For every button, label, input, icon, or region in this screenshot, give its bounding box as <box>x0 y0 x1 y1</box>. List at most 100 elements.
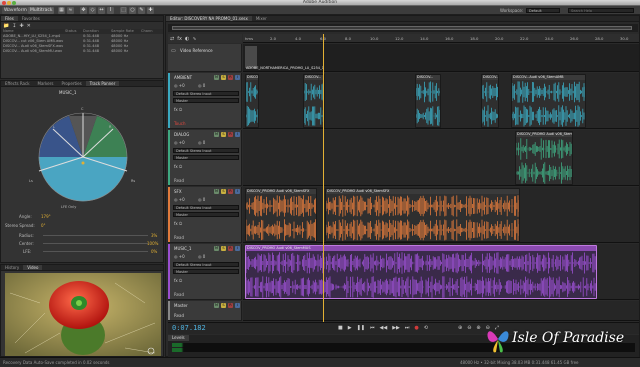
input-output-icon[interactable]: ⇄ <box>170 36 174 42</box>
audio-clip[interactable]: DISCOV...Audi v06_StemAMB <box>511 74 586 128</box>
track-input-select[interactable]: Default Stereo Input <box>173 262 239 267</box>
monitor-input-button[interactable]: I <box>235 303 240 308</box>
track-lane[interactable] <box>243 301 639 321</box>
audio-clip[interactable]: DISCOV_PROMO Audi v06_StemSFX <box>325 188 520 242</box>
volume-knob-icon[interactable]: ◎ +0 <box>174 197 185 202</box>
move-tool-icon[interactable]: ✥ <box>80 7 87 14</box>
pan-knob-icon[interactable]: ◎ 0 <box>198 197 205 202</box>
mute-button[interactable]: M <box>214 132 219 137</box>
fx-power-icon[interactable]: fx ⏻ <box>174 278 182 283</box>
minimize-window-button[interactable] <box>7 1 11 5</box>
track-name[interactable]: SFX <box>174 189 182 194</box>
workspace-select[interactable]: Default <box>526 8 560 13</box>
automation-mode-select[interactable]: Touch <box>174 121 185 126</box>
playhead[interactable] <box>323 34 324 326</box>
lasso-tool-icon[interactable]: ○ <box>129 7 136 14</box>
track-output-select[interactable]: Master <box>173 155 239 160</box>
audio-clip[interactable]: DISCOV... <box>303 74 325 128</box>
center-slider[interactable] <box>43 243 148 244</box>
loop-icon[interactable]: ⟲ <box>424 325 428 331</box>
time-selection-tool-icon[interactable]: I <box>107 7 114 14</box>
audio-clip[interactable]: DISCOV_PROMO Audi v06_StemMUS <box>245 245 597 299</box>
col-channels[interactable]: Chann <box>141 29 161 34</box>
fx-power-icon[interactable]: fx ⏻ <box>174 107 182 112</box>
record-icon[interactable]: ● <box>414 325 418 331</box>
tab-history[interactable]: History <box>1 265 23 270</box>
audio-clip[interactable]: DISCOV_PROMO Audi v06_StemSFX <box>245 188 317 242</box>
track-lane[interactable]: DISCOV...Cut v06_StemAMB DISCOV... DISCO… <box>243 73 639 129</box>
tab-track-panner[interactable]: Track Panner <box>85 81 120 86</box>
pitch-display-icon[interactable]: ≈ <box>67 7 74 14</box>
tab-levels[interactable]: Levels <box>168 335 189 341</box>
time-ruler[interactable]: hms2.04.06.08.010.012.014.016.018.020.02… <box>243 34 639 43</box>
sends-icon[interactable]: ◐ <box>185 36 189 42</box>
mute-button[interactable]: M <box>214 246 219 251</box>
stereo-spread-value[interactable]: 0° <box>41 223 46 228</box>
track-input-select[interactable]: Default Stereo Input <box>173 205 239 210</box>
video-track-lane[interactable]: ADOBE_NORTHAMERICA_PROMO_LU_S254_1 <box>243 44 639 72</box>
file-row[interactable]: DISCOV... Audi v06_StemMU.wav 0:31.448 4… <box>1 49 163 54</box>
radius-value[interactable]: 3% <box>151 233 157 238</box>
stop-icon[interactable]: ■ <box>338 325 343 331</box>
close-file-icon[interactable]: ✕ <box>27 23 31 29</box>
record-arm-button[interactable]: R <box>228 189 233 194</box>
new-file-icon[interactable]: ✚ <box>19 23 23 29</box>
tab-mixer[interactable]: Mixer <box>252 16 271 21</box>
tab-favorites[interactable]: Favorites <box>18 16 44 21</box>
track-name[interactable]: AMBIENT <box>174 75 192 80</box>
marquee-tool-icon[interactable]: ⬚ <box>120 7 127 14</box>
track-lane[interactable]: DISCOV_PROMO Audi v06_StemSFX DISCOV_PRO… <box>243 187 639 243</box>
zoom-in-amplitude-icon[interactable]: ⊕ <box>458 325 462 331</box>
go-to-end-icon[interactable]: ⏭ <box>405 325 410 331</box>
track-input-select[interactable]: Default Stereo Input <box>173 148 239 153</box>
fx-power-icon[interactable]: fx ⏻ <box>174 221 182 226</box>
mute-button[interactable]: M <box>214 75 219 80</box>
audio-clip[interactable]: DISCOV_PROMO Audi v06_StemDIA <box>515 131 573 185</box>
spectral-display-icon[interactable]: ▦ <box>58 7 65 14</box>
automation-mode-select[interactable]: Read <box>174 313 184 318</box>
volume-knob-icon[interactable]: ◎ +0 <box>174 83 185 88</box>
monitor-input-button[interactable]: I <box>235 189 240 194</box>
surround-panner-graph[interactable] <box>19 99 147 209</box>
pan-knob-icon[interactable]: ◎ 0 <box>198 140 205 145</box>
solo-button[interactable]: S <box>221 132 226 137</box>
record-arm-button[interactable]: R <box>228 246 233 251</box>
import-file-icon[interactable]: ↧ <box>12 23 16 29</box>
automation-mode-select[interactable]: Read <box>174 292 184 297</box>
rewind-icon[interactable]: ◀◀ <box>380 325 388 331</box>
tab-markers[interactable]: Markers <box>34 81 58 86</box>
track-output-select[interactable]: Master <box>173 98 239 103</box>
audio-clip[interactable]: DISCOV...Audi v06_StemAMB <box>481 74 499 128</box>
tab-files[interactable]: Files <box>1 16 18 21</box>
track-lane[interactable]: DISCOV_PROMO Audi v06_StemMUS <box>243 244 639 300</box>
solo-button[interactable]: S <box>221 189 226 194</box>
spot-healing-tool-icon[interactable]: ✚ <box>147 7 154 14</box>
waveform-button[interactable]: Waveform <box>2 7 29 14</box>
lfe-slider[interactable] <box>43 251 148 252</box>
zoom-out-amplitude-icon[interactable]: ⊖ <box>467 325 471 331</box>
automation-mode-select[interactable]: Read <box>174 235 184 240</box>
automation-mode-select[interactable]: Read <box>174 178 184 183</box>
track-output-select[interactable]: Master <box>173 212 239 217</box>
angle-value[interactable]: 179° <box>41 214 51 219</box>
fx-power-icon[interactable]: fx ⏻ <box>174 164 182 169</box>
close-window-button[interactable] <box>2 1 6 5</box>
volume-knob-icon[interactable]: ◎ +0 <box>174 254 185 259</box>
play-icon[interactable]: ▶ <box>348 325 352 331</box>
track-input-select[interactable]: Default Stereo Input <box>173 91 239 96</box>
lfe-value[interactable]: 0% <box>151 249 157 254</box>
audio-clip[interactable]: DISCOV... <box>415 74 441 128</box>
monitor-input-button[interactable]: I <box>235 246 240 251</box>
razor-tool-icon[interactable]: ◇ <box>89 7 96 14</box>
search-help-input[interactable]: Search Help <box>568 8 634 13</box>
fast-forward-icon[interactable]: ▶▶ <box>392 325 400 331</box>
pan-knob-icon[interactable]: ◎ 0 <box>198 83 205 88</box>
brush-tool-icon[interactable]: ✎ <box>138 7 145 14</box>
track-lane[interactable]: DISCOV_PROMO Audi v06_StemDIA <box>243 130 639 186</box>
mute-button[interactable]: M <box>214 189 219 194</box>
record-arm-button[interactable]: R <box>228 303 233 308</box>
mute-button[interactable]: M <box>214 303 219 308</box>
center-value[interactable]: 100% <box>147 241 158 246</box>
record-arm-button[interactable]: R <box>228 75 233 80</box>
multitrack-button[interactable]: Multitrack <box>28 7 55 14</box>
